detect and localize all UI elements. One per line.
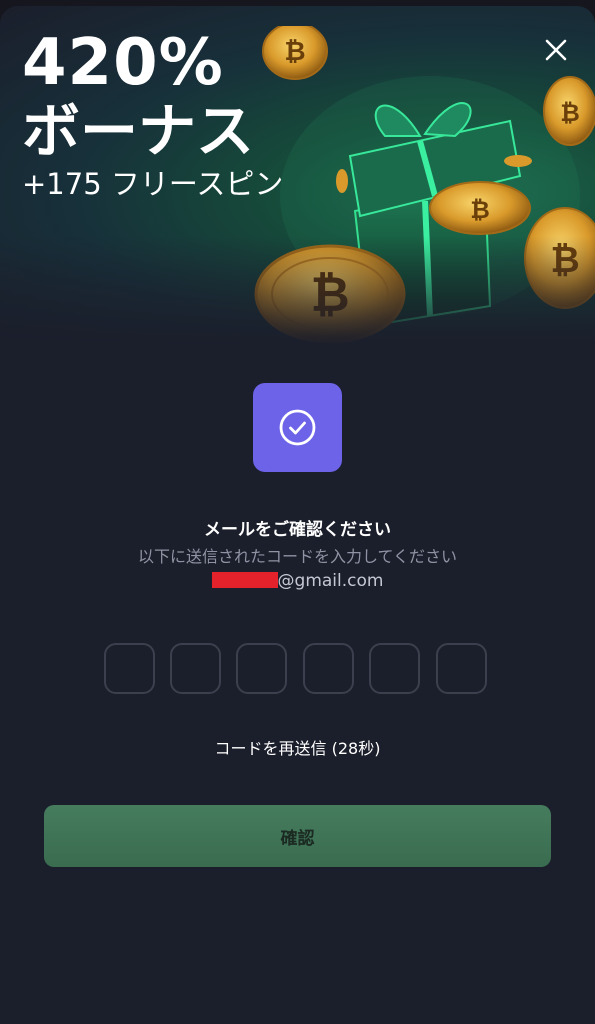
promo-banner: ₿ ₿ ₿ ₿ ₿ 420% ボーナス +17 bbox=[0, 6, 595, 346]
bitcoin-coin-icon: ₿ bbox=[262, 26, 328, 80]
svg-text:₿: ₿ bbox=[560, 99, 580, 127]
redacted-email-user bbox=[211, 572, 278, 588]
bonus-word: ボーナス bbox=[22, 97, 255, 165]
verification-modal: ₿ ₿ ₿ ₿ ₿ 420% ボーナス +17 bbox=[0, 6, 595, 1024]
confirm-button[interactable]: 確認 bbox=[44, 805, 551, 867]
otp-digit-2[interactable] bbox=[170, 643, 221, 694]
check-circle-icon bbox=[279, 409, 316, 446]
free-spins-text: +175 フリースピン bbox=[22, 167, 284, 201]
close-button[interactable] bbox=[538, 32, 574, 68]
verify-title: メールをご確認ください bbox=[204, 520, 391, 540]
svg-text:₿: ₿ bbox=[284, 37, 305, 67]
otp-digit-5[interactable] bbox=[369, 643, 420, 694]
verified-badge bbox=[253, 383, 342, 472]
verify-subtitle: 以下に送信されたコードを入力してください bbox=[137, 547, 458, 566]
otp-digit-3[interactable] bbox=[236, 643, 287, 694]
banner-fade bbox=[0, 236, 595, 346]
bitcoin-coin-icon: ₿ bbox=[429, 181, 531, 235]
otp-digit-6[interactable] bbox=[436, 643, 487, 694]
svg-text:₿: ₿ bbox=[470, 196, 490, 224]
otp-digit-4[interactable] bbox=[303, 643, 354, 694]
email-domain: @gmail.com bbox=[277, 571, 384, 591]
bitcoin-coin-icon: ₿ bbox=[543, 76, 595, 146]
otp-digit-1[interactable] bbox=[104, 643, 155, 694]
bonus-percent: 420% bbox=[22, 26, 224, 100]
close-icon bbox=[545, 39, 567, 61]
email-address: @gmail.com bbox=[0, 571, 595, 591]
resend-code-link[interactable]: コードを再送信 (28秒) bbox=[0, 735, 595, 759]
